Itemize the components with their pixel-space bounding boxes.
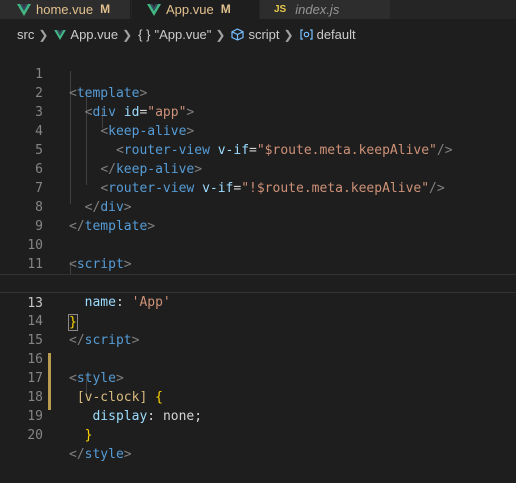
- code-line-17: 17 [v-clock] {: [0, 350, 516, 405]
- chevron-right-icon: ❯: [215, 27, 226, 42]
- code-line-3: 3 <keep-alive>: [0, 84, 516, 139]
- tab-label: home.vue: [36, 2, 94, 17]
- code-line-11: 11 export default {: [0, 236, 516, 292]
- tab-label: index.js: [295, 2, 340, 17]
- breadcrumb-file[interactable]: App.vue: [70, 27, 118, 42]
- code-line-9: 9: [0, 198, 516, 234]
- code-editor[interactable]: 1 <template> 2 <div id="app"> 3 <keep-al…: [0, 46, 516, 462]
- editor-tab-bar: home.vue M App.vue M JS index.js: [0, 0, 516, 19]
- code-line-13-current: 13 }: [0, 274, 516, 331]
- code-line-10: 10 <script>: [0, 217, 516, 272]
- breadcrumb-symbol[interactable]: default: [317, 27, 356, 42]
- breadcrumb-section[interactable]: script: [248, 27, 279, 42]
- braces-icon: { }: [138, 27, 151, 42]
- vue-file-icon: [147, 3, 161, 16]
- modified-badge: M: [100, 2, 111, 16]
- brace: }: [84, 428, 93, 443]
- code-line-19: 19 }: [0, 388, 516, 443]
- variable-icon: [299, 29, 313, 40]
- modified-badge: M: [220, 2, 231, 16]
- code-line-7: 7 </div>: [0, 160, 516, 215]
- chevron-right-icon: ❯: [38, 27, 49, 42]
- tab-index-js[interactable]: JS index.js: [260, 0, 390, 19]
- code-line-6: 6 <router-view v-if="!$route.meta.keepAl…: [0, 141, 516, 196]
- breadcrumb-folder[interactable]: src: [17, 27, 34, 42]
- cube-icon: [231, 28, 245, 41]
- chevron-right-icon: ❯: [283, 27, 294, 42]
- code-line-4: 4 <router-view v-if="$route.meta.keepAli…: [0, 103, 516, 158]
- tab-app-vue[interactable]: App.vue M: [132, 0, 259, 19]
- tag-bracket: </: [69, 447, 85, 462]
- tag-bracket: >: [123, 447, 132, 462]
- code-line-1: 1 <template>: [0, 46, 516, 101]
- code-line-12: 12 name: 'App': [0, 255, 516, 310]
- code-line-14: 14 </script>: [0, 293, 516, 348]
- code-line-20: 20 </style>: [0, 407, 516, 462]
- code-line-15: 15: [0, 312, 516, 348]
- code-line-8: 8 </template>: [0, 179, 516, 234]
- tag-name: style: [84, 447, 124, 462]
- js-file-icon: JS: [274, 4, 287, 15]
- code-line-18: 18 display: none;: [0, 369, 516, 424]
- code-line-16: 16 <style>: [0, 331, 516, 386]
- vue-file-icon: [17, 3, 31, 16]
- tab-label: App.vue: [166, 2, 214, 17]
- vue-file-icon: [54, 29, 67, 40]
- line-number: 20: [27, 428, 43, 443]
- breadcrumb-component[interactable]: "App.vue": [154, 27, 211, 42]
- chevron-right-icon: ❯: [122, 27, 133, 42]
- tab-home-vue[interactable]: home.vue M: [0, 0, 131, 19]
- code-line-2: 2 <div id="app">: [0, 65, 516, 120]
- code-line-5: 5 </keep-alive>: [0, 122, 516, 177]
